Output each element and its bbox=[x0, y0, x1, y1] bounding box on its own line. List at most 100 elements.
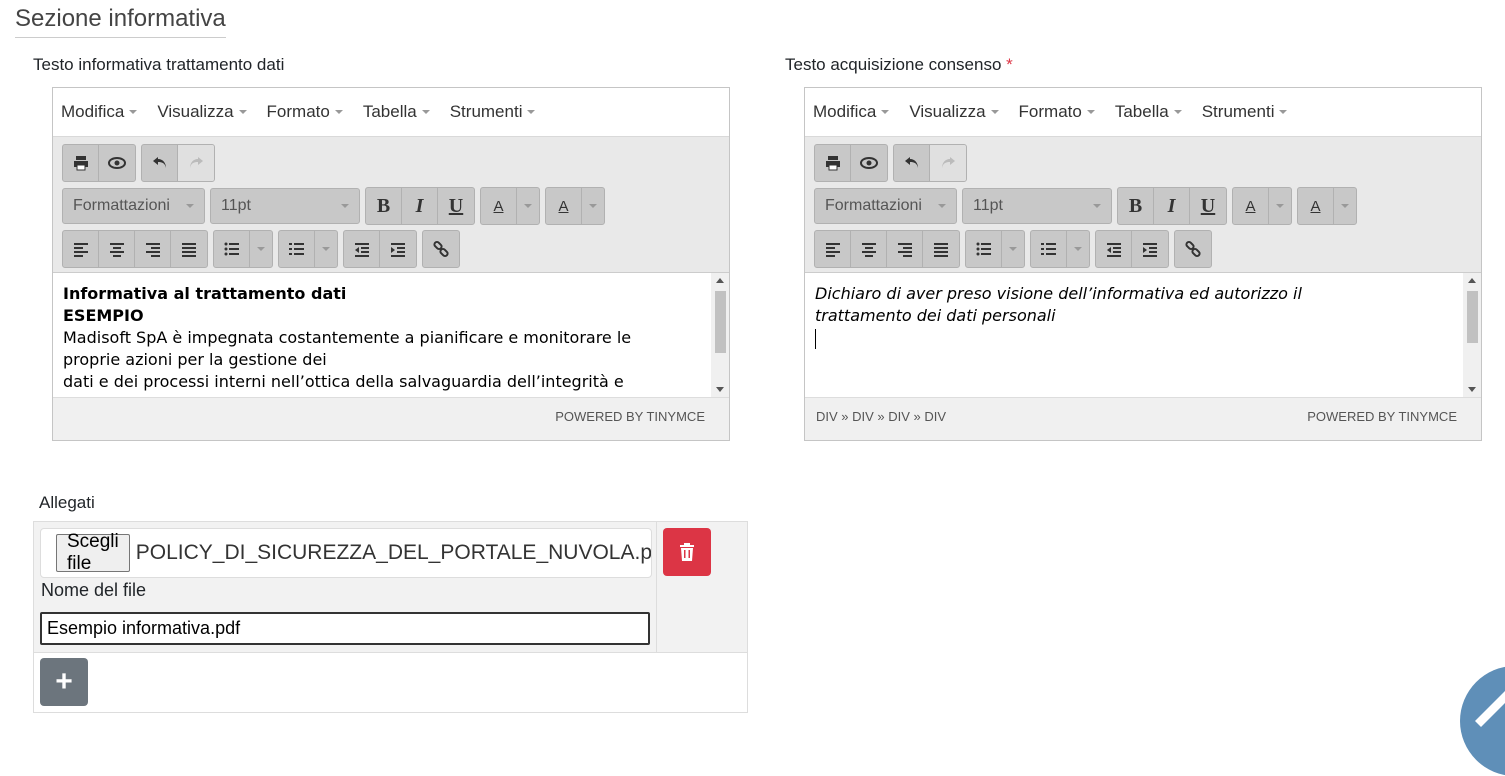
align-right-button[interactable] bbox=[887, 231, 923, 267]
menu-tabella[interactable]: Tabella bbox=[1115, 102, 1182, 122]
edit-fab-button[interactable] bbox=[1460, 666, 1505, 776]
editor2-scrollbar[interactable] bbox=[1463, 273, 1481, 397]
underline-button[interactable]: U bbox=[1190, 188, 1226, 224]
menu-formato[interactable]: Formato bbox=[1019, 102, 1095, 122]
menu-tabella[interactable]: Tabella bbox=[363, 102, 430, 122]
undo-button[interactable] bbox=[894, 145, 930, 181]
print-button[interactable] bbox=[63, 145, 99, 181]
text-color-button[interactable]: A bbox=[1233, 188, 1269, 224]
content-line: proprie azioni per la gestione dei bbox=[63, 350, 327, 369]
menu-formato[interactable]: Formato bbox=[267, 102, 343, 122]
menu-modifica[interactable]: Modifica bbox=[61, 102, 138, 122]
bg-color-dropdown[interactable] bbox=[582, 188, 604, 224]
eye-icon bbox=[108, 157, 126, 169]
add-attachment-button[interactable]: + bbox=[40, 658, 88, 706]
undo-button[interactable] bbox=[142, 145, 178, 181]
indent-button[interactable] bbox=[380, 231, 416, 267]
element-path[interactable]: DIV » DIV » DIV » DIV bbox=[816, 409, 946, 424]
editor2-content[interactable]: Dichiaro di aver preso visione dell’info… bbox=[805, 273, 1481, 398]
bg-color-dropdown[interactable] bbox=[1334, 188, 1356, 224]
numbered-list-dropdown[interactable] bbox=[1067, 231, 1089, 267]
indent-icon bbox=[1143, 243, 1157, 257]
indent-button[interactable] bbox=[1132, 231, 1168, 267]
numbered-list-button[interactable] bbox=[1031, 231, 1067, 267]
align-justify-button[interactable] bbox=[171, 231, 207, 267]
editor2-toolbar: Formattazioni 11pt B I U A A bbox=[805, 137, 1481, 273]
redo-button[interactable] bbox=[178, 145, 214, 181]
chevron-down-icon bbox=[589, 204, 597, 208]
bg-color-icon: A bbox=[558, 197, 569, 215]
menu-visualizza[interactable]: Visualizza bbox=[909, 102, 999, 122]
attachment-row: Scegli file POLICY_DI_SICUREZZA_DEL_PORT… bbox=[34, 522, 747, 653]
powered-by[interactable]: POWERED BY TINYMCE bbox=[555, 409, 705, 424]
editor1-menubar: Modifica Visualizza Formato Tabella Stru… bbox=[53, 88, 729, 137]
align-left-button[interactable] bbox=[815, 231, 851, 267]
link-button[interactable] bbox=[423, 231, 459, 267]
numbered-list-button[interactable] bbox=[279, 231, 315, 267]
chevron-down-icon bbox=[1009, 247, 1017, 251]
chevron-down-icon bbox=[421, 110, 430, 114]
text-color-dropdown[interactable] bbox=[517, 188, 539, 224]
scroll-thumb[interactable] bbox=[1467, 291, 1478, 343]
print-button[interactable] bbox=[815, 145, 851, 181]
align-left-button[interactable] bbox=[63, 231, 99, 267]
text-color-icon: A bbox=[493, 197, 504, 215]
align-right-icon bbox=[145, 243, 160, 257]
chevron-down-icon bbox=[938, 204, 946, 208]
chevron-down-icon bbox=[527, 110, 536, 114]
numbered-list-dropdown[interactable] bbox=[315, 231, 337, 267]
underline-button[interactable]: U bbox=[438, 188, 474, 224]
redo-button[interactable] bbox=[930, 145, 966, 181]
file-name-label: Nome del file bbox=[41, 580, 147, 600]
file-name-input[interactable] bbox=[40, 612, 650, 645]
font-size-select[interactable]: 11pt bbox=[962, 188, 1112, 224]
chevron-down-icon bbox=[1341, 204, 1349, 208]
bullet-list-dropdown[interactable] bbox=[1002, 231, 1024, 267]
chevron-down-icon bbox=[1276, 204, 1284, 208]
bold-button[interactable]: B bbox=[1118, 188, 1154, 224]
text-color-button[interactable]: A bbox=[481, 188, 517, 224]
italic-button[interactable]: I bbox=[402, 188, 438, 224]
menu-visualizza[interactable]: Visualizza bbox=[157, 102, 247, 122]
format-select[interactable]: Formattazioni bbox=[814, 188, 957, 224]
delete-attachment-button[interactable] bbox=[663, 528, 711, 576]
bold-button[interactable]: B bbox=[366, 188, 402, 224]
link-icon bbox=[433, 240, 449, 258]
menu-modifica[interactable]: Modifica bbox=[813, 102, 890, 122]
content-subheading: ESEMPIO bbox=[63, 306, 144, 325]
choose-file-button[interactable]: Scegli file bbox=[56, 531, 130, 574]
section-title: Sezione informativa bbox=[15, 5, 226, 38]
pencil-icon bbox=[1475, 691, 1505, 727]
scroll-thumb[interactable] bbox=[715, 291, 726, 353]
link-button[interactable] bbox=[1175, 231, 1211, 267]
bullet-list-button[interactable] bbox=[214, 231, 250, 267]
required-mark: * bbox=[1006, 55, 1013, 74]
editor1-scrollbar[interactable] bbox=[711, 273, 729, 397]
align-right-button[interactable] bbox=[135, 231, 171, 267]
preview-button[interactable] bbox=[851, 145, 887, 181]
align-center-button[interactable] bbox=[99, 231, 135, 267]
content-heading: Informativa al trattamento dati bbox=[63, 284, 347, 303]
content-line: Madisoft SpA è impegnata costantemente a… bbox=[63, 328, 632, 347]
menu-strumenti[interactable]: Strumenti bbox=[1202, 102, 1288, 122]
bullet-list-icon bbox=[976, 242, 991, 256]
bg-color-button[interactable]: A bbox=[1298, 188, 1334, 224]
editor1-content[interactable]: Informativa al trattamento dati ESEMPIO … bbox=[53, 273, 729, 398]
powered-by[interactable]: POWERED BY TINYMCE bbox=[1307, 409, 1457, 424]
eye-icon bbox=[860, 157, 878, 169]
menu-strumenti[interactable]: Strumenti bbox=[450, 102, 536, 122]
format-select[interactable]: Formattazioni bbox=[62, 188, 205, 224]
outdent-button[interactable] bbox=[1096, 231, 1132, 267]
bullet-list-button[interactable] bbox=[966, 231, 1002, 267]
preview-button[interactable] bbox=[99, 145, 135, 181]
outdent-button[interactable] bbox=[344, 231, 380, 267]
underline-icon: U bbox=[1200, 194, 1216, 217]
align-justify-button[interactable] bbox=[923, 231, 959, 267]
bg-color-button[interactable]: A bbox=[546, 188, 582, 224]
italic-button[interactable]: I bbox=[1154, 188, 1190, 224]
bullet-list-dropdown[interactable] bbox=[250, 231, 272, 267]
file-input[interactable]: Scegli file POLICY_DI_SICUREZZA_DEL_PORT… bbox=[40, 528, 652, 578]
font-size-select[interactable]: 11pt bbox=[210, 188, 360, 224]
align-center-button[interactable] bbox=[851, 231, 887, 267]
text-color-dropdown[interactable] bbox=[1269, 188, 1291, 224]
